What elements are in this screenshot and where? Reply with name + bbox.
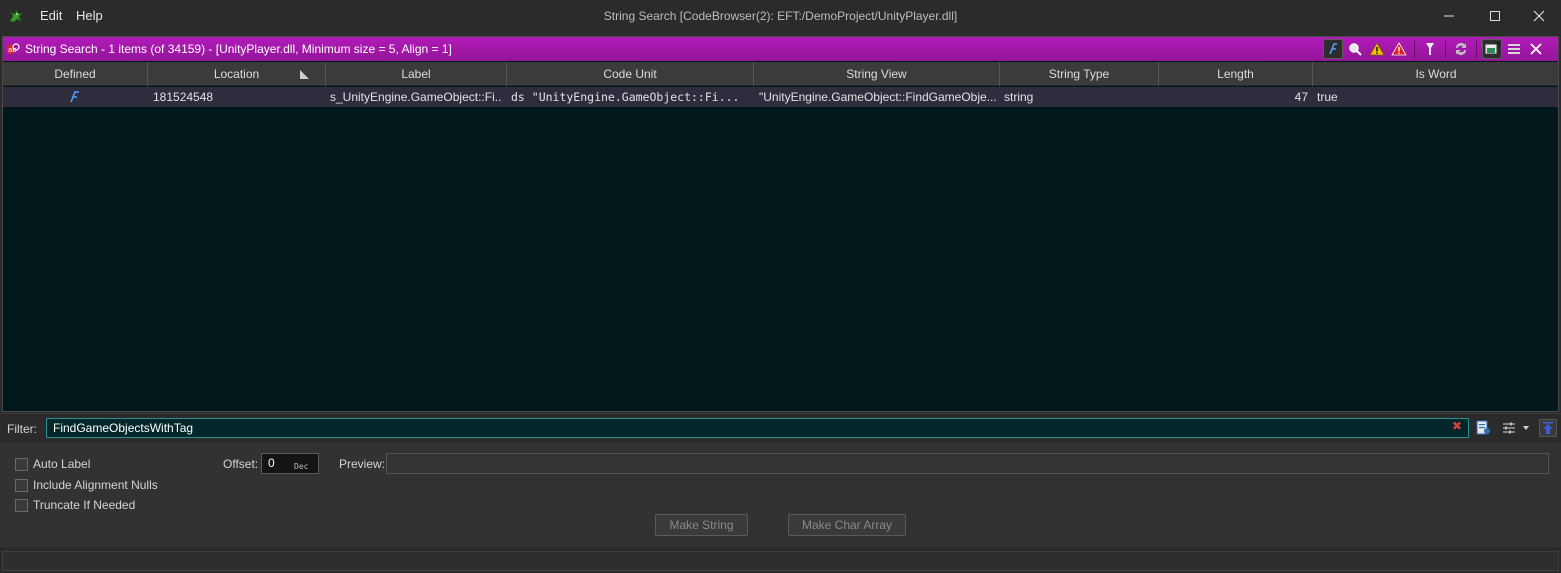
offset-unit-label[interactable]: Dec — [294, 462, 308, 471]
filter-label: Filter: — [7, 422, 37, 436]
offset-input[interactable]: 0 — [261, 453, 319, 474]
collapse-options-button[interactable] — [1539, 419, 1557, 437]
filter-bar: Filter: ✖ — [0, 413, 1561, 441]
refresh-icon — [1456, 43, 1466, 56]
warning-red-icon — [1391, 42, 1407, 56]
column-header-string-type[interactable]: String Type — [1000, 62, 1159, 86]
include-alignment-nulls-checkbox[interactable]: Include Alignment Nulls — [15, 478, 158, 492]
cell-length: 47 — [1294, 90, 1308, 104]
table-row[interactable]: 181524548 s_UnityEngine.GameObject::Fi..… — [3, 87, 1558, 107]
defined-string-icon — [70, 91, 79, 103]
auto-label-text: Auto Label — [33, 457, 91, 471]
minimize-button[interactable] — [1429, 4, 1469, 28]
component-title: String Search - 1 items (of 34159) - [Un… — [25, 42, 452, 56]
warning-yellow-icon — [1369, 42, 1385, 56]
sliders-icon — [1503, 422, 1515, 434]
show-partial-conflicts-button[interactable] — [1367, 39, 1387, 59]
defined-string-icon — [1329, 43, 1337, 55]
refresh-button[interactable] — [1451, 39, 1471, 59]
maximize-icon — [1490, 11, 1500, 21]
column-header-is-word[interactable]: Is Word — [1313, 62, 1559, 86]
make-string-button[interactable]: Make String — [655, 514, 748, 536]
funnel-icon — [1426, 43, 1434, 55]
panel-menu-button[interactable] — [1504, 39, 1524, 59]
filter-input[interactable] — [46, 418, 1469, 438]
document-filter-icon — [1476, 420, 1490, 435]
filter-text-button[interactable] — [1474, 419, 1492, 437]
string-search-panel: ab String Search - 1 items (of 34159) - … — [2, 36, 1559, 412]
preview-field — [386, 453, 1549, 474]
component-titlebar: ab String Search - 1 items (of 34159) - … — [3, 37, 1558, 61]
column-header-length[interactable]: Length — [1159, 62, 1313, 86]
window-title: String Search [CodeBrowser(2): EFT:/Demo… — [603, 9, 958, 23]
minimize-icon — [1444, 15, 1454, 17]
toolbar-separator — [1445, 40, 1446, 58]
offset-value: 0 — [268, 456, 275, 470]
close-icon — [1533, 10, 1545, 22]
make-string-options: Auto Label Include Alignment Nulls Trunc… — [0, 443, 1561, 547]
cell-label: s_UnityEngine.GameObject::Fi... — [330, 90, 502, 104]
filter-dropdown-button[interactable] — [1520, 419, 1532, 437]
toolbar-separator — [1476, 40, 1477, 58]
maximize-button[interactable] — [1475, 4, 1515, 28]
show-conflicts-button[interactable] — [1389, 39, 1409, 59]
cell-location: 181524548 — [153, 90, 214, 104]
magnifier-icon — [1349, 43, 1362, 56]
preview-label: Preview: — [339, 457, 386, 471]
show-undefined-strings-button[interactable] — [1345, 39, 1365, 59]
hamburger-menu-icon — [1508, 44, 1520, 54]
snapshot-icon — [1484, 42, 1500, 55]
cell-string-type: string — [1004, 90, 1034, 104]
column-header-defined[interactable]: Defined — [3, 62, 148, 86]
window-titlebar: Edit Help String Search [CodeBrowser(2):… — [0, 0, 1561, 33]
checkbox-box[interactable] — [15, 457, 28, 471]
filter-options-button[interactable] — [1420, 39, 1440, 59]
chevron-down-icon — [1523, 426, 1529, 430]
make-char-array-button[interactable]: Make Char Array — [788, 514, 906, 536]
table-header: Defined Location Label Code Unit String … — [3, 62, 1558, 86]
toolbar — [1323, 39, 1546, 59]
cell-string-view: "UnityEngine.GameObject::FindGameObje... — [759, 90, 997, 104]
show-defined-strings-button[interactable] — [1323, 39, 1343, 59]
string-search-icon: ab — [7, 43, 20, 54]
sort-ascending-icon — [300, 70, 309, 79]
toolbar-separator — [1414, 40, 1415, 58]
include-alignment-nulls-text: Include Alignment Nulls — [33, 478, 158, 492]
auto-label-checkbox[interactable]: Auto Label — [15, 457, 90, 471]
close-panel-button[interactable] — [1526, 39, 1546, 59]
column-header-string-view[interactable]: String View — [754, 62, 1000, 86]
status-bar — [2, 551, 1559, 571]
clear-filter-icon[interactable]: ✖ — [1451, 420, 1463, 432]
truncate-if-needed-checkbox[interactable]: Truncate If Needed — [15, 498, 135, 512]
filter-settings-button[interactable] — [1500, 419, 1518, 437]
snapshot-button[interactable] — [1482, 39, 1502, 59]
checkbox-box[interactable] — [15, 498, 28, 512]
checkbox-box[interactable] — [15, 478, 28, 492]
arrow-up-icon — [1543, 422, 1553, 434]
column-header-location-label: Location — [213, 67, 260, 81]
cell-is-word: true — [1317, 90, 1338, 104]
close-icon — [1530, 43, 1542, 55]
offset-label: Offset: — [223, 457, 259, 471]
close-window-button[interactable] — [1519, 4, 1559, 28]
column-header-label[interactable]: Label — [326, 62, 507, 86]
cell-code-unit: ds "UnityEngine.GameObject::Fi... — [511, 90, 740, 104]
truncate-if-needed-text: Truncate If Needed — [33, 498, 136, 512]
column-header-code-unit[interactable]: Code Unit — [507, 62, 754, 86]
